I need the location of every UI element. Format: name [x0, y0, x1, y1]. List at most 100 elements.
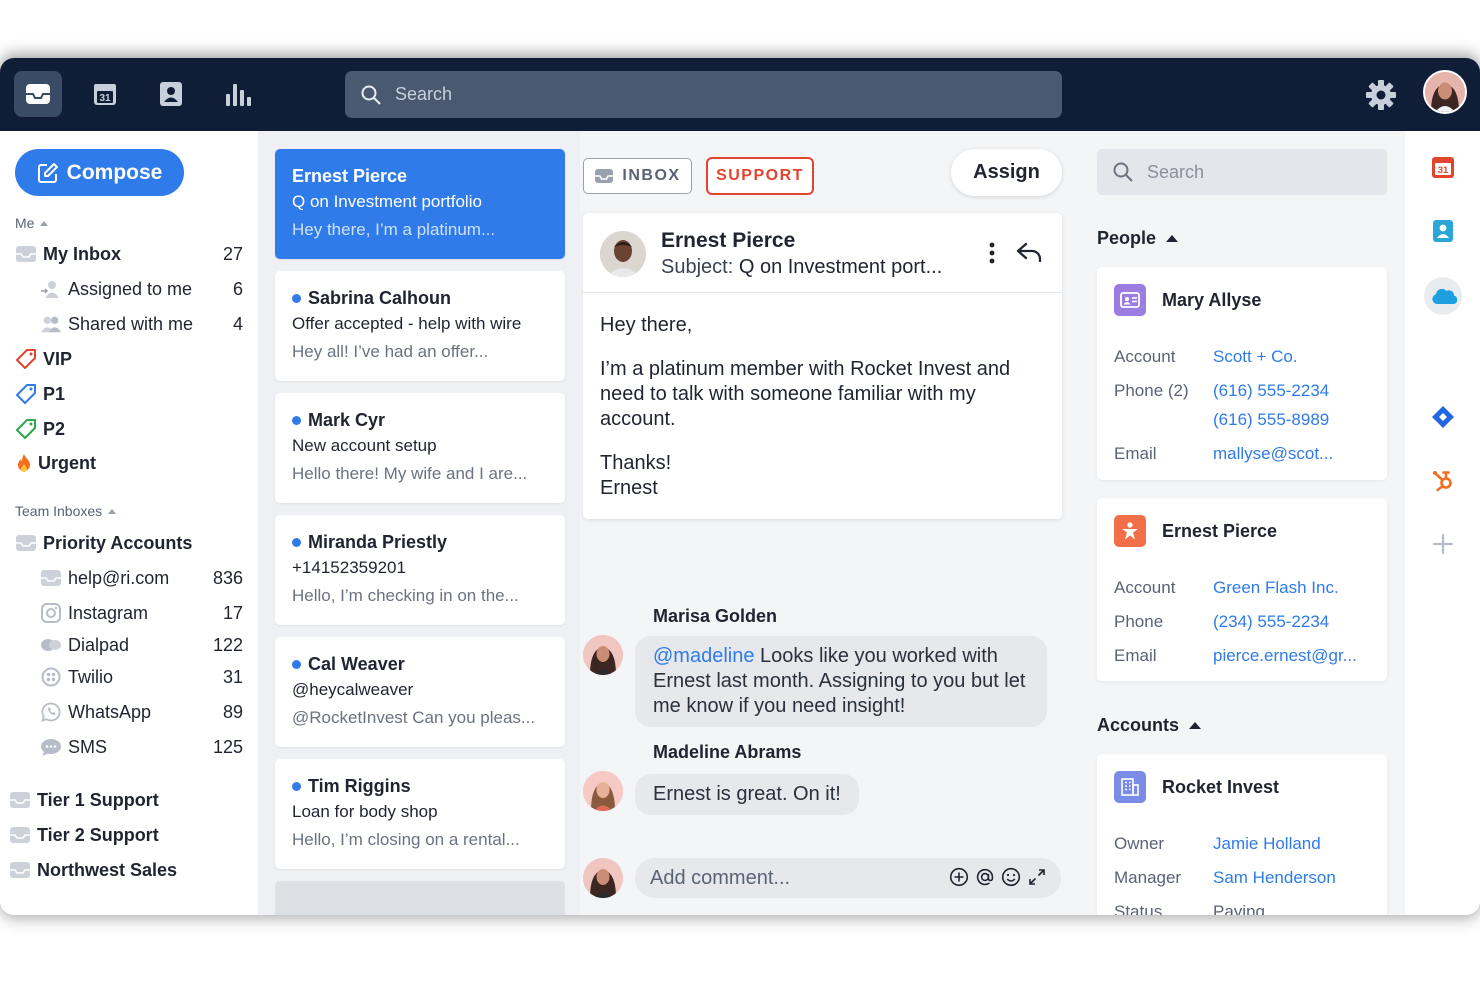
conversation-sender: Miranda Priestly — [308, 531, 448, 552]
phone-link[interactable]: (234) 555-2234 — [1213, 612, 1329, 632]
conversation-card[interactable]: Ernest Pierce Q on Investment portfolio … — [275, 149, 565, 259]
sidebar-item-tier2-support[interactable]: Tier 2 Support — [0, 819, 258, 851]
sidebar-item-shared[interactable]: Shared with me 4 — [0, 308, 258, 340]
team-inboxes-label[interactable]: Team Inboxes — [15, 503, 117, 519]
calendar-app-icon[interactable]: 31 — [1425, 149, 1461, 185]
contact-panel: People Mary Allyse Account Scott + Co. P… — [1078, 131, 1405, 915]
add-app-icon[interactable] — [1425, 526, 1461, 562]
support-tag[interactable]: SUPPORT — [706, 157, 814, 195]
comment-composer[interactable] — [635, 858, 1061, 898]
contact-search-input[interactable] — [1147, 161, 1367, 183]
comment-avatar — [583, 771, 623, 811]
shared-users-icon — [40, 313, 62, 335]
unread-dot — [292, 659, 301, 669]
inbox-icon — [26, 84, 50, 104]
nav-contacts-button[interactable] — [147, 71, 195, 117]
sidebar-item-twilio[interactable]: Twilio 31 — [0, 661, 258, 693]
avatar-portrait-icon — [600, 231, 646, 277]
mention-link[interactable]: @madeline — [653, 645, 754, 667]
comment-input[interactable] — [650, 866, 940, 890]
hubspot-icon[interactable] — [1425, 462, 1461, 498]
account-card[interactable]: Rocket Invest Owner Jamie Holland Manage… — [1097, 754, 1387, 915]
conversation-preview: Hello, I’m checking in on the... — [292, 586, 519, 605]
conversation-card[interactable]: Cal Weaver @heycalweaver @RocketInvest C… — [275, 637, 565, 747]
add-attachment-icon[interactable] — [949, 867, 969, 887]
conversation-card[interactable]: Sabrina Calhoun Offer accepted - help wi… — [275, 271, 565, 381]
compose-label: Compose — [66, 160, 163, 184]
conversation-preview: Hey there, I’m a platinum... — [292, 220, 496, 239]
expand-icon[interactable] — [1027, 867, 1047, 887]
email-link[interactable]: pierce.ernest@gr... — [1213, 646, 1357, 666]
people-section-header[interactable]: People — [1097, 228, 1179, 249]
search-icon — [361, 85, 381, 105]
message-body: Hey there, I’m a platinum member with Ro… — [600, 314, 1011, 499]
email-link[interactable]: mallyse@scot... — [1213, 444, 1333, 464]
more-options-icon[interactable] — [987, 241, 997, 265]
mention-icon[interactable] — [975, 867, 995, 887]
conversation-subject: Q on Investment portfolio — [292, 192, 482, 211]
me-section-label[interactable]: Me — [15, 215, 49, 231]
sidebar-item-priority-accounts[interactable]: Priority Accounts — [0, 527, 258, 559]
nav-analytics-button[interactable] — [214, 71, 262, 117]
comment-avatar — [583, 635, 623, 675]
contact-name: Ernest Pierce — [1162, 520, 1278, 541]
contacts-app-icon[interactable] — [1425, 213, 1461, 249]
comment-author: Madeline Abrams — [653, 742, 802, 762]
conversation-subject: @heycalweaver — [292, 680, 414, 699]
sidebar-item-dialpad[interactable]: Dialpad 122 — [0, 629, 258, 661]
user-avatar[interactable] — [1423, 70, 1467, 114]
inbox-tag[interactable]: INBOX — [583, 158, 692, 194]
contact-search[interactable] — [1097, 149, 1387, 195]
comment-author: Marisa Golden — [653, 606, 778, 626]
inbox-icon — [15, 243, 37, 265]
sidebar-item-assigned[interactable]: Assigned to me 6 — [0, 273, 258, 305]
analytics-icon — [226, 84, 251, 106]
conversation-sender: Cal Weaver — [308, 653, 405, 674]
collapse-arrow-icon — [1189, 722, 1202, 729]
sidebar-item-tier1-support[interactable]: Tier 1 Support — [0, 784, 258, 816]
collapse-arrow-icon — [40, 220, 49, 226]
emoji-icon[interactable] — [1001, 867, 1021, 887]
gear-icon[interactable] — [1364, 78, 1398, 112]
conversation-card[interactable]: Miranda Priestly +14152359201 Hello, I’m… — [275, 515, 565, 625]
assigned-user-icon — [40, 278, 62, 300]
phone-link[interactable]: (616) 555-8989 — [1213, 410, 1329, 430]
accounts-section-header[interactable]: Accounts — [1097, 715, 1202, 736]
global-search-input[interactable] — [395, 84, 1015, 105]
chat-bubble-icon — [40, 736, 62, 758]
sidebar-item-vip[interactable]: VIP — [0, 343, 258, 375]
fire-icon — [13, 452, 35, 474]
compose-button[interactable]: Compose — [15, 149, 184, 196]
contact-card[interactable]: Mary Allyse Account Scott + Co. Phone (2… — [1097, 267, 1387, 480]
account-name: Rocket Invest — [1162, 776, 1280, 797]
owner-link[interactable]: Jamie Holland — [1213, 834, 1321, 854]
phone-link[interactable]: (616) 555-2234 — [1213, 381, 1329, 401]
sidebar-item-sms[interactable]: SMS 125 — [0, 731, 258, 763]
sidebar-item-p2[interactable]: P2 — [0, 413, 258, 445]
sidebar-item-whatsapp[interactable]: WhatsApp 89 — [0, 696, 258, 728]
conversation-card[interactable]: Tim Riggins Loan for body shop Hello, I’… — [275, 759, 565, 869]
contact-card[interactable]: Ernest Pierce Account Green Flash Inc. P… — [1097, 498, 1387, 681]
sidebar-item-p1[interactable]: P1 — [0, 378, 258, 410]
sidebar-item-my-inbox[interactable]: My Inbox 27 — [0, 238, 258, 270]
reply-icon[interactable] — [1016, 241, 1042, 263]
nav-calendar-button[interactable]: 31 — [81, 71, 129, 117]
salesforce-icon[interactable] — [1424, 277, 1462, 315]
sidebar-item-help-email[interactable]: help@ri.com 836 — [0, 562, 258, 594]
assign-button[interactable]: Assign — [951, 149, 1062, 196]
star-person-icon — [1114, 515, 1146, 547]
global-search[interactable] — [345, 71, 1062, 118]
sidebar-item-instagram[interactable]: Instagram 17 — [0, 597, 258, 629]
top-bar: 31 — [0, 58, 1480, 131]
jira-icon[interactable] — [1425, 399, 1461, 435]
app-window: 31 Search Compose Me My Inbox 27 Assigne… — [0, 58, 1480, 915]
account-link[interactable]: Green Flash Inc. — [1213, 578, 1339, 598]
nav-inbox-button[interactable] — [14, 71, 62, 117]
sidebar-item-urgent[interactable]: Urgent — [0, 447, 258, 479]
manager-link[interactable]: Sam Henderson — [1213, 868, 1336, 888]
instagram-icon — [40, 602, 62, 624]
account-link[interactable]: Scott + Co. — [1213, 347, 1298, 367]
conversation-card-placeholder — [275, 881, 565, 915]
conversation-card[interactable]: Mark Cyr New account setup Hello there! … — [275, 393, 565, 503]
sidebar-item-northwest-sales[interactable]: Northwest Sales — [0, 854, 258, 886]
